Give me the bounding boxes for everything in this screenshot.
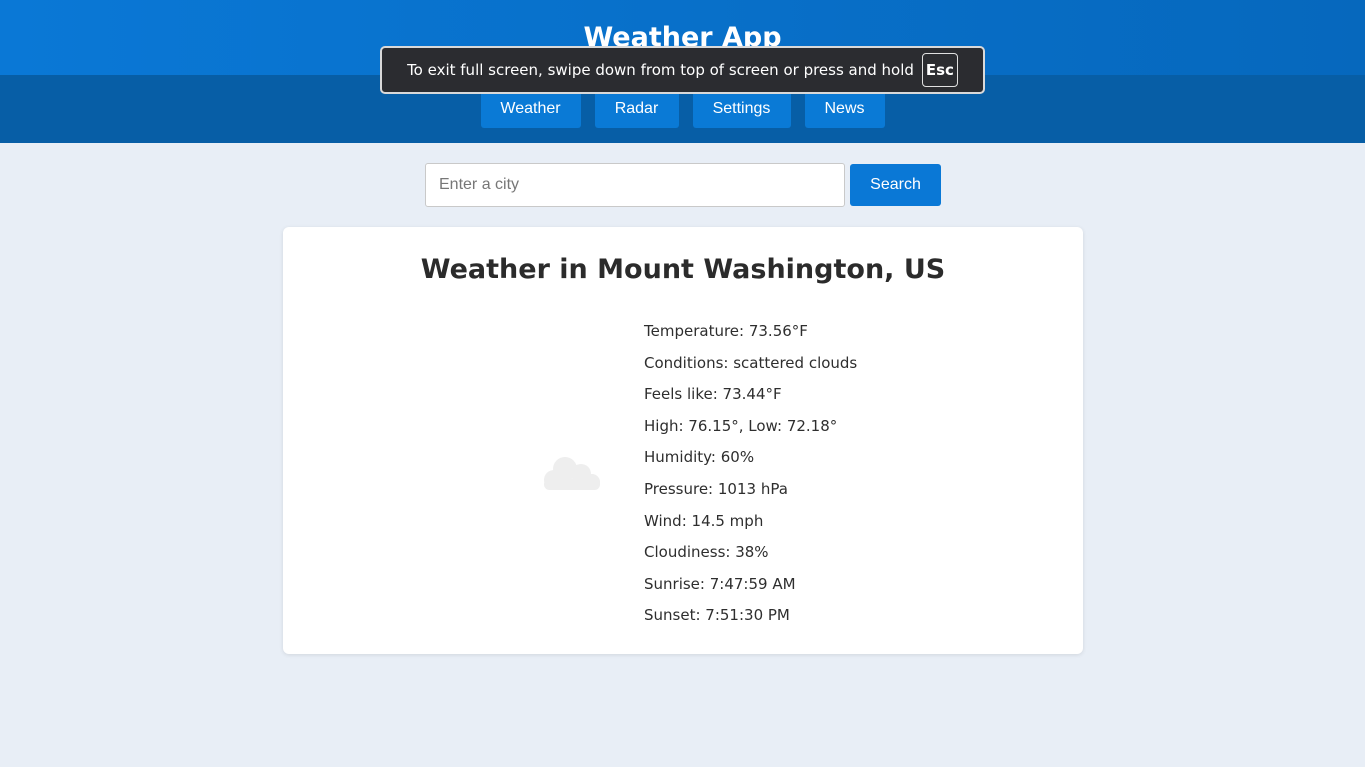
search-bar: Search bbox=[425, 163, 941, 207]
city-search-input[interactable] bbox=[425, 163, 845, 207]
fullscreen-exit-toast: To exit full screen, swipe down from top… bbox=[380, 46, 985, 94]
esc-key-badge: Esc bbox=[921, 53, 958, 87]
high-low-text: High: 76.15°, Low: 72.18° bbox=[644, 416, 838, 435]
weather-card: Weather in Mount Washington, US Temperat… bbox=[283, 227, 1083, 654]
wind-text: Wind: 14.5 mph bbox=[644, 511, 764, 530]
nav-weather-button[interactable]: Weather bbox=[480, 90, 581, 128]
pressure-text: Pressure: 1013 hPa bbox=[644, 479, 788, 498]
weather-location-title: Weather in Mount Washington, US bbox=[420, 254, 946, 285]
main-nav: Weather Radar Settings News bbox=[0, 90, 1365, 128]
conditions-text: Conditions: scattered clouds bbox=[644, 353, 858, 372]
fullscreen-toast-message: To exit full screen, swipe down from top… bbox=[407, 61, 914, 79]
sunrise-text: Sunrise: 7:47:59 AM bbox=[644, 574, 796, 593]
cloud-icon bbox=[544, 457, 600, 490]
humidity-text: Humidity: 60% bbox=[644, 448, 755, 467]
feels-like-text: Feels like: 73.44°F bbox=[644, 385, 782, 404]
search-button[interactable]: Search bbox=[850, 164, 941, 206]
nav-news-button[interactable]: News bbox=[804, 90, 885, 128]
sunset-text: Sunset: 7:51:30 PM bbox=[644, 606, 790, 625]
nav-settings-button[interactable]: Settings bbox=[692, 90, 791, 128]
weather-details: Temperature: 73.56°F Conditions: scatter… bbox=[644, 320, 857, 636]
temperature-text: Temperature: 73.56°F bbox=[644, 322, 808, 340]
nav-radar-button[interactable]: Radar bbox=[594, 90, 679, 128]
cloudiness-text: Cloudiness: 38% bbox=[644, 543, 769, 562]
